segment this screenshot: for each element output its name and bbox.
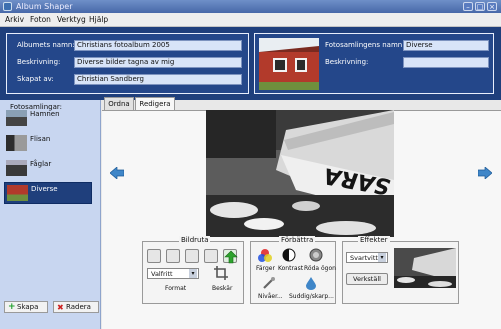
- create-collection-button[interactable]: + Skapa: [4, 301, 48, 313]
- contrast-icon[interactable]: [282, 248, 296, 262]
- levels-label: Nivåer...: [258, 293, 283, 300]
- upload-arrow-icon[interactable]: [223, 249, 238, 264]
- delete-collection-button[interactable]: ✖ Radera: [53, 301, 99, 313]
- format-label: Format: [165, 285, 187, 292]
- plus-icon: +: [8, 302, 16, 312]
- rotate-left-icon[interactable]: [147, 249, 161, 263]
- collection-item-label: Hamnen: [30, 110, 60, 118]
- album-name-input[interactable]: Christians fotoalbum 2005: [74, 40, 242, 51]
- collection-description-input[interactable]: [403, 57, 489, 68]
- menu-hjalp[interactable]: Hjälp: [89, 15, 108, 25]
- title-bar: Album Shaper – □ ×: [0, 0, 501, 13]
- sharpen-droplet-icon[interactable]: [304, 276, 318, 290]
- levels-icon[interactable]: [262, 276, 276, 290]
- collection-thumbnail: [6, 135, 27, 151]
- next-photo-arrow-icon[interactable]: [477, 166, 493, 180]
- sharpen-label: Suddig/skarp...: [289, 293, 334, 300]
- collection-item-flisan[interactable]: Flisan: [4, 133, 92, 154]
- collection-thumbnail: [6, 110, 27, 126]
- menu-arkiv[interactable]: Arkiv: [5, 15, 24, 25]
- rotate-right-icon[interactable]: [166, 249, 180, 263]
- colors-icon[interactable]: [257, 248, 273, 264]
- album-creator-label: Skapat av:: [17, 75, 54, 83]
- menu-foton[interactable]: Foton: [30, 15, 51, 25]
- album-description-input[interactable]: Diverse bilder tagna av mig: [74, 57, 242, 68]
- album-info-panel: Albumets namn: Christians fotoalbum 2005…: [6, 33, 249, 94]
- menubar: Arkiv Foton Verktyg Hjälp: [0, 13, 501, 27]
- frame-group-title: Bildruta: [179, 236, 211, 244]
- format-select[interactable]: Valfritt ▾: [147, 268, 199, 279]
- chevron-down-icon: ▾: [189, 269, 197, 278]
- red-eye-label: Röda ögon: [304, 265, 336, 272]
- collection-item-label: Diverse: [31, 185, 58, 193]
- album-header: Albumets namn: Christians fotoalbum 2005…: [0, 27, 501, 100]
- effect-preview-image: [394, 248, 456, 288]
- album-description-label: Beskrivning:: [17, 58, 61, 66]
- flip-horizontal-icon[interactable]: [185, 249, 199, 263]
- collection-thumbnail: [7, 185, 28, 201]
- minimize-button[interactable]: –: [463, 2, 473, 11]
- collections-sidebar: Fotosamlingar: Hamnen Flisan Fåglar Dive…: [0, 100, 101, 329]
- flip-vertical-icon[interactable]: [204, 249, 218, 263]
- effect-select-value: Svartvitt: [350, 254, 378, 262]
- tab-ordna[interactable]: Ordna: [104, 97, 134, 110]
- crop-label: Beskär: [212, 285, 233, 292]
- delete-button-label: Radera: [66, 303, 91, 311]
- close-button[interactable]: ×: [487, 2, 497, 11]
- colors-label: Färger: [256, 265, 275, 272]
- apply-effect-button[interactable]: Verkställ: [346, 273, 388, 285]
- collection-thumbnail: [6, 160, 27, 176]
- photo-preview[interactable]: SARA: [206, 110, 394, 237]
- collection-item-faglar[interactable]: Fåglar: [4, 158, 92, 179]
- menu-verktyg[interactable]: Verktyg: [57, 15, 86, 25]
- collection-item-hamnen[interactable]: Hamnen: [4, 108, 92, 129]
- collection-name-label: Fotosamlingens namn:: [325, 41, 405, 49]
- crop-icon[interactable]: [214, 266, 228, 280]
- previous-photo-arrow-icon[interactable]: [109, 166, 125, 180]
- chevron-down-icon: ▾: [378, 253, 386, 262]
- create-button-label: Skapa: [17, 303, 39, 311]
- delete-icon: ✖: [57, 303, 64, 312]
- collection-name-input[interactable]: Diverse: [403, 40, 489, 51]
- collection-info-panel: Fotosamlingens namn: Diverse Beskrivning…: [254, 33, 494, 94]
- collection-cover-image[interactable]: [259, 38, 319, 90]
- album-name-label: Albumets namn:: [17, 41, 75, 49]
- app-icon: [3, 2, 12, 11]
- collection-item-label: Flisan: [30, 135, 51, 143]
- effects-group-title: Effekter: [358, 236, 390, 244]
- collection-item-label: Fåglar: [30, 160, 52, 168]
- collection-item-diverse[interactable]: Diverse: [4, 182, 92, 204]
- contrast-label: Kontrast: [278, 265, 304, 272]
- format-select-value: Valfritt: [151, 270, 173, 278]
- maximize-button[interactable]: □: [475, 2, 485, 11]
- red-eye-icon[interactable]: [309, 248, 323, 262]
- window-title: Album Shaper: [16, 2, 73, 11]
- effect-select[interactable]: Svartvitt ▾: [346, 252, 388, 263]
- collection-description-label: Beskrivning:: [325, 58, 369, 66]
- enhance-group-title: Förbättra: [279, 236, 316, 244]
- tab-redigera[interactable]: Redigera: [135, 97, 175, 111]
- album-creator-input[interactable]: Christian Sandberg: [74, 74, 242, 85]
